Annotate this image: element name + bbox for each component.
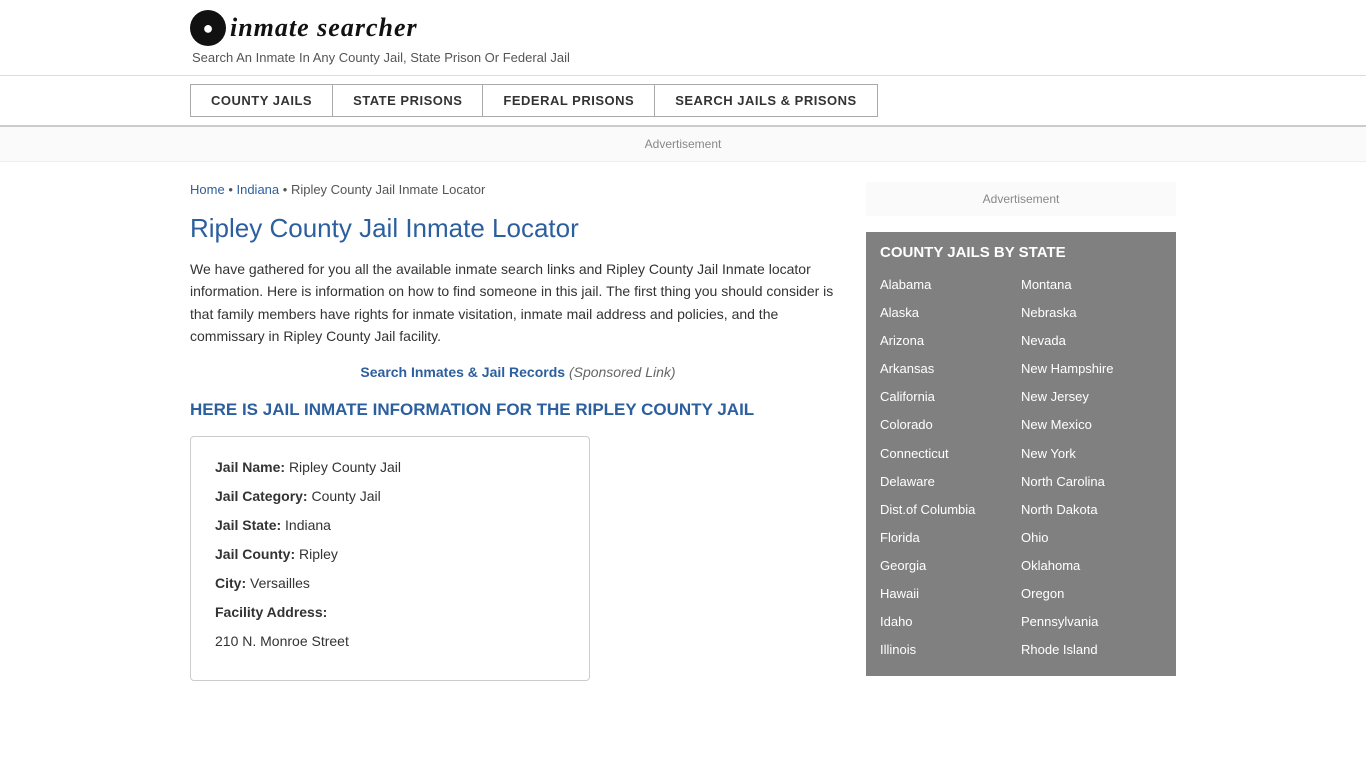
jail-state-row: Jail State: Indiana (215, 515, 565, 536)
jail-address-label: Facility Address: (215, 604, 327, 620)
jail-address-value: 210 N. Monroe Street (215, 633, 349, 649)
jail-category-row: Jail Category: County Jail (215, 486, 565, 507)
state-link[interactable]: Hawaii (880, 580, 1021, 608)
nav-federal-prisons[interactable]: FEDERAL PRISONS (483, 84, 655, 117)
nav-search-jails[interactable]: SEARCH JAILS & PRISONS (655, 84, 877, 117)
jail-category-value: County Jail (311, 488, 380, 504)
state-link[interactable]: Rhode Island (1021, 636, 1162, 664)
state-link[interactable]: Connecticut (880, 440, 1021, 468)
state-link[interactable]: Ohio (1021, 524, 1162, 552)
nav-state-prisons[interactable]: STATE PRISONS (333, 84, 483, 117)
jail-address-value-row: 210 N. Monroe Street (215, 631, 565, 652)
county-jails-box: COUNTY JAILS BY STATE AlabamaAlaskaArizo… (866, 232, 1176, 676)
state-link[interactable]: Arizona (880, 327, 1021, 355)
state-link[interactable]: North Dakota (1021, 496, 1162, 524)
jail-state-value: Indiana (285, 517, 331, 533)
section-heading: HERE IS JAIL INMATE INFORMATION FOR THE … (190, 400, 846, 420)
jail-name-row: Jail Name: Ripley County Jail (215, 457, 565, 478)
state-link[interactable]: Pennsylvania (1021, 608, 1162, 636)
state-link[interactable]: Oregon (1021, 580, 1162, 608)
state-link[interactable]: Dist.of Columbia (880, 496, 1021, 524)
sponsored-text: (Sponsored Link) (569, 364, 676, 380)
nav-buttons: COUNTY JAILS STATE PRISONS FEDERAL PRISO… (190, 84, 1176, 117)
jail-category-label: Jail Category: (215, 488, 308, 504)
jail-city-label: City: (215, 575, 246, 591)
sponsored-link-container: Search Inmates & Jail Records (Sponsored… (190, 364, 846, 380)
sponsored-link[interactable]: Search Inmates & Jail Records (360, 364, 565, 380)
sidebar-ad: Advertisement (866, 182, 1176, 216)
state-link[interactable]: Alabama (880, 271, 1021, 299)
states-col-right: MontanaNebraskaNevadaNew HampshireNew Je… (1021, 271, 1162, 664)
breadcrumb: Home • Indiana • Ripley County Jail Inma… (190, 182, 846, 197)
header: ● inmate searcher Search An Inmate In An… (0, 0, 1366, 76)
logo-area: ● inmate searcher (190, 10, 1176, 46)
state-link[interactable]: Florida (880, 524, 1021, 552)
tagline: Search An Inmate In Any County Jail, Sta… (192, 50, 1176, 65)
jail-county-label: Jail County: (215, 546, 295, 562)
state-link[interactable]: Montana (1021, 271, 1162, 299)
state-link[interactable]: New York (1021, 440, 1162, 468)
logo-icon: ● (190, 10, 226, 46)
jail-county-value: Ripley (299, 546, 338, 562)
state-link[interactable]: Georgia (880, 552, 1021, 580)
jail-name-value: Ripley County Jail (289, 459, 401, 475)
jail-city-row: City: Versailles (215, 573, 565, 594)
states-col-left: AlabamaAlaskaArizonaArkansasCaliforniaCo… (880, 271, 1021, 664)
nav-county-jails[interactable]: COUNTY JAILS (190, 84, 333, 117)
county-jails-title: COUNTY JAILS BY STATE (880, 244, 1162, 261)
state-link[interactable]: Idaho (880, 608, 1021, 636)
sidebar: Advertisement COUNTY JAILS BY STATE Alab… (866, 162, 1176, 701)
breadcrumb-current: Ripley County Jail Inmate Locator (291, 182, 485, 197)
jail-city-value: Versailles (250, 575, 310, 591)
state-link[interactable]: Illinois (880, 636, 1021, 664)
state-link[interactable]: New Hampshire (1021, 355, 1162, 383)
state-link[interactable]: Delaware (880, 468, 1021, 496)
state-link[interactable]: Nevada (1021, 327, 1162, 355)
jail-name-label: Jail Name: (215, 459, 285, 475)
state-link[interactable]: Oklahoma (1021, 552, 1162, 580)
info-box: Jail Name: Ripley County Jail Jail Categ… (190, 436, 590, 681)
jail-state-label: Jail State: (215, 517, 281, 533)
state-link[interactable]: North Carolina (1021, 468, 1162, 496)
state-link[interactable]: Colorado (880, 411, 1021, 439)
content: Home • Indiana • Ripley County Jail Inma… (190, 162, 866, 701)
page-title: Ripley County Jail Inmate Locator (190, 213, 846, 244)
state-link[interactable]: California (880, 383, 1021, 411)
nav: COUNTY JAILS STATE PRISONS FEDERAL PRISO… (0, 76, 1366, 127)
logo-text: inmate searcher (230, 13, 418, 43)
description: We have gathered for you all the availab… (190, 258, 846, 348)
state-columns: AlabamaAlaskaArizonaArkansasCaliforniaCo… (880, 271, 1162, 664)
ad-banner: Advertisement (0, 127, 1366, 162)
state-link[interactable]: Alaska (880, 299, 1021, 327)
jail-county-row: Jail County: Ripley (215, 544, 565, 565)
state-link[interactable]: New Mexico (1021, 411, 1162, 439)
breadcrumb-home[interactable]: Home (190, 182, 225, 197)
breadcrumb-state[interactable]: Indiana (236, 182, 279, 197)
main-layout: Home • Indiana • Ripley County Jail Inma… (0, 162, 1366, 701)
logo-italic: inmate searcher (230, 13, 418, 42)
jail-address-row: Facility Address: (215, 602, 565, 623)
state-link[interactable]: New Jersey (1021, 383, 1162, 411)
state-link[interactable]: Nebraska (1021, 299, 1162, 327)
breadcrumb-sep2: • (283, 182, 291, 197)
state-link[interactable]: Arkansas (880, 355, 1021, 383)
